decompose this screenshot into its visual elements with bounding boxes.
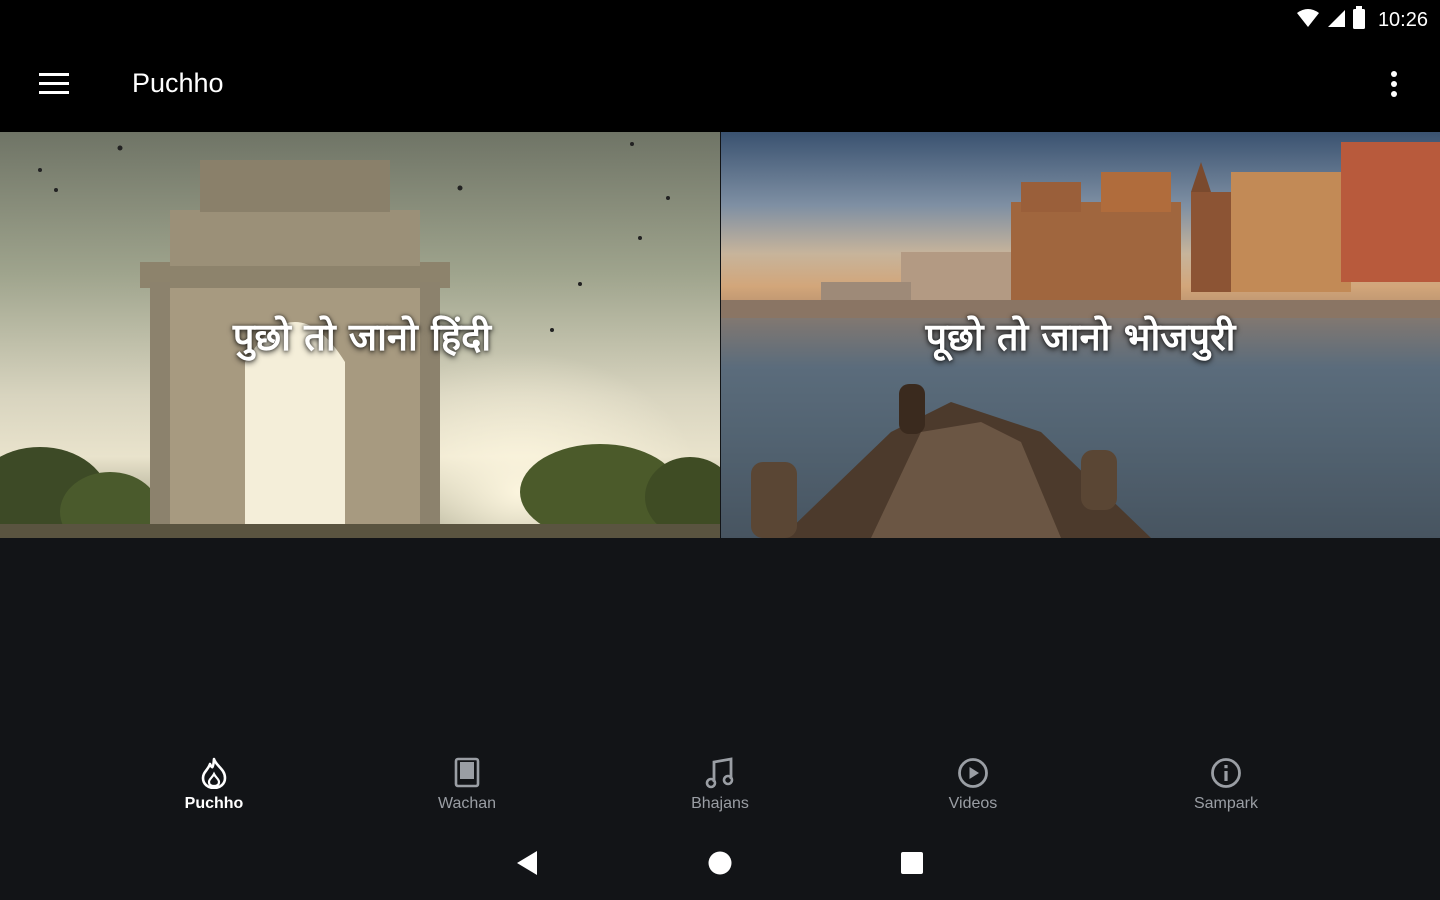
nav-item-wachan[interactable]: Wachan — [341, 745, 593, 825]
overflow-menu-button[interactable] — [1370, 62, 1418, 110]
wifi-icon — [1296, 8, 1320, 33]
music-note-icon — [704, 757, 736, 789]
bhojpuri-card-title: पूछो तो जानो भोजपुरी — [925, 315, 1236, 359]
info-icon — [1210, 757, 1242, 789]
nav-label-videos: Videos — [948, 795, 998, 812]
nav-item-sampark[interactable]: Sampark — [1100, 745, 1352, 825]
nav-item-bhajans[interactable]: Bhajans — [594, 745, 846, 825]
cell-signal-icon — [1326, 8, 1346, 33]
back-icon — [515, 850, 539, 881]
nav-label-wachan: Wachan — [437, 795, 497, 812]
app-bar: Puchho — [0, 40, 1440, 132]
flame-icon — [198, 757, 230, 789]
status-time: 10:26 — [1377, 8, 1428, 31]
status-icons: 10:26 — [1296, 5, 1428, 35]
bottom-navigation: Puchho Wachan Bhajans Videos Sampark — [88, 745, 1352, 825]
book-icon — [451, 757, 483, 789]
more-vert-icon — [1390, 70, 1398, 103]
nav-label-puchho: Puchho — [184, 795, 244, 812]
language-cards: पुछो तो जानो हिंदी पूछो तो जानो भोजपुरी — [0, 132, 1440, 538]
status-bar: 10:26 — [0, 0, 1440, 40]
hindi-card[interactable]: पुछो तो जानो हिंदी — [0, 132, 720, 538]
recents-icon — [900, 851, 924, 880]
hamburger-menu-button[interactable] — [26, 62, 82, 110]
recents-button[interactable] — [892, 845, 932, 885]
hamburger-menu-icon — [39, 72, 69, 100]
back-button[interactable] — [507, 845, 547, 885]
nav-item-puchho[interactable]: Puchho — [88, 745, 340, 825]
bhojpuri-card[interactable]: पूछो तो जानो भोजपुरी — [720, 132, 1440, 538]
nav-label-sampark: Sampark — [1193, 795, 1259, 812]
hindi-card-title: पुछो तो जानो हिंदी — [232, 315, 492, 359]
app-title: Puchho — [132, 68, 224, 98]
nav-label-bhajans: Bhajans — [691, 795, 749, 812]
nav-item-videos[interactable]: Videos — [847, 745, 1099, 825]
home-icon — [707, 850, 733, 881]
battery-icon — [1352, 5, 1366, 35]
play-circle-icon — [957, 757, 989, 789]
app-screen: 10:26 Puchho पुछो तो जानो हिंदी पूछो तो … — [0, 0, 1440, 900]
system-navigation-bar — [0, 835, 1440, 895]
home-button[interactable] — [700, 845, 740, 885]
